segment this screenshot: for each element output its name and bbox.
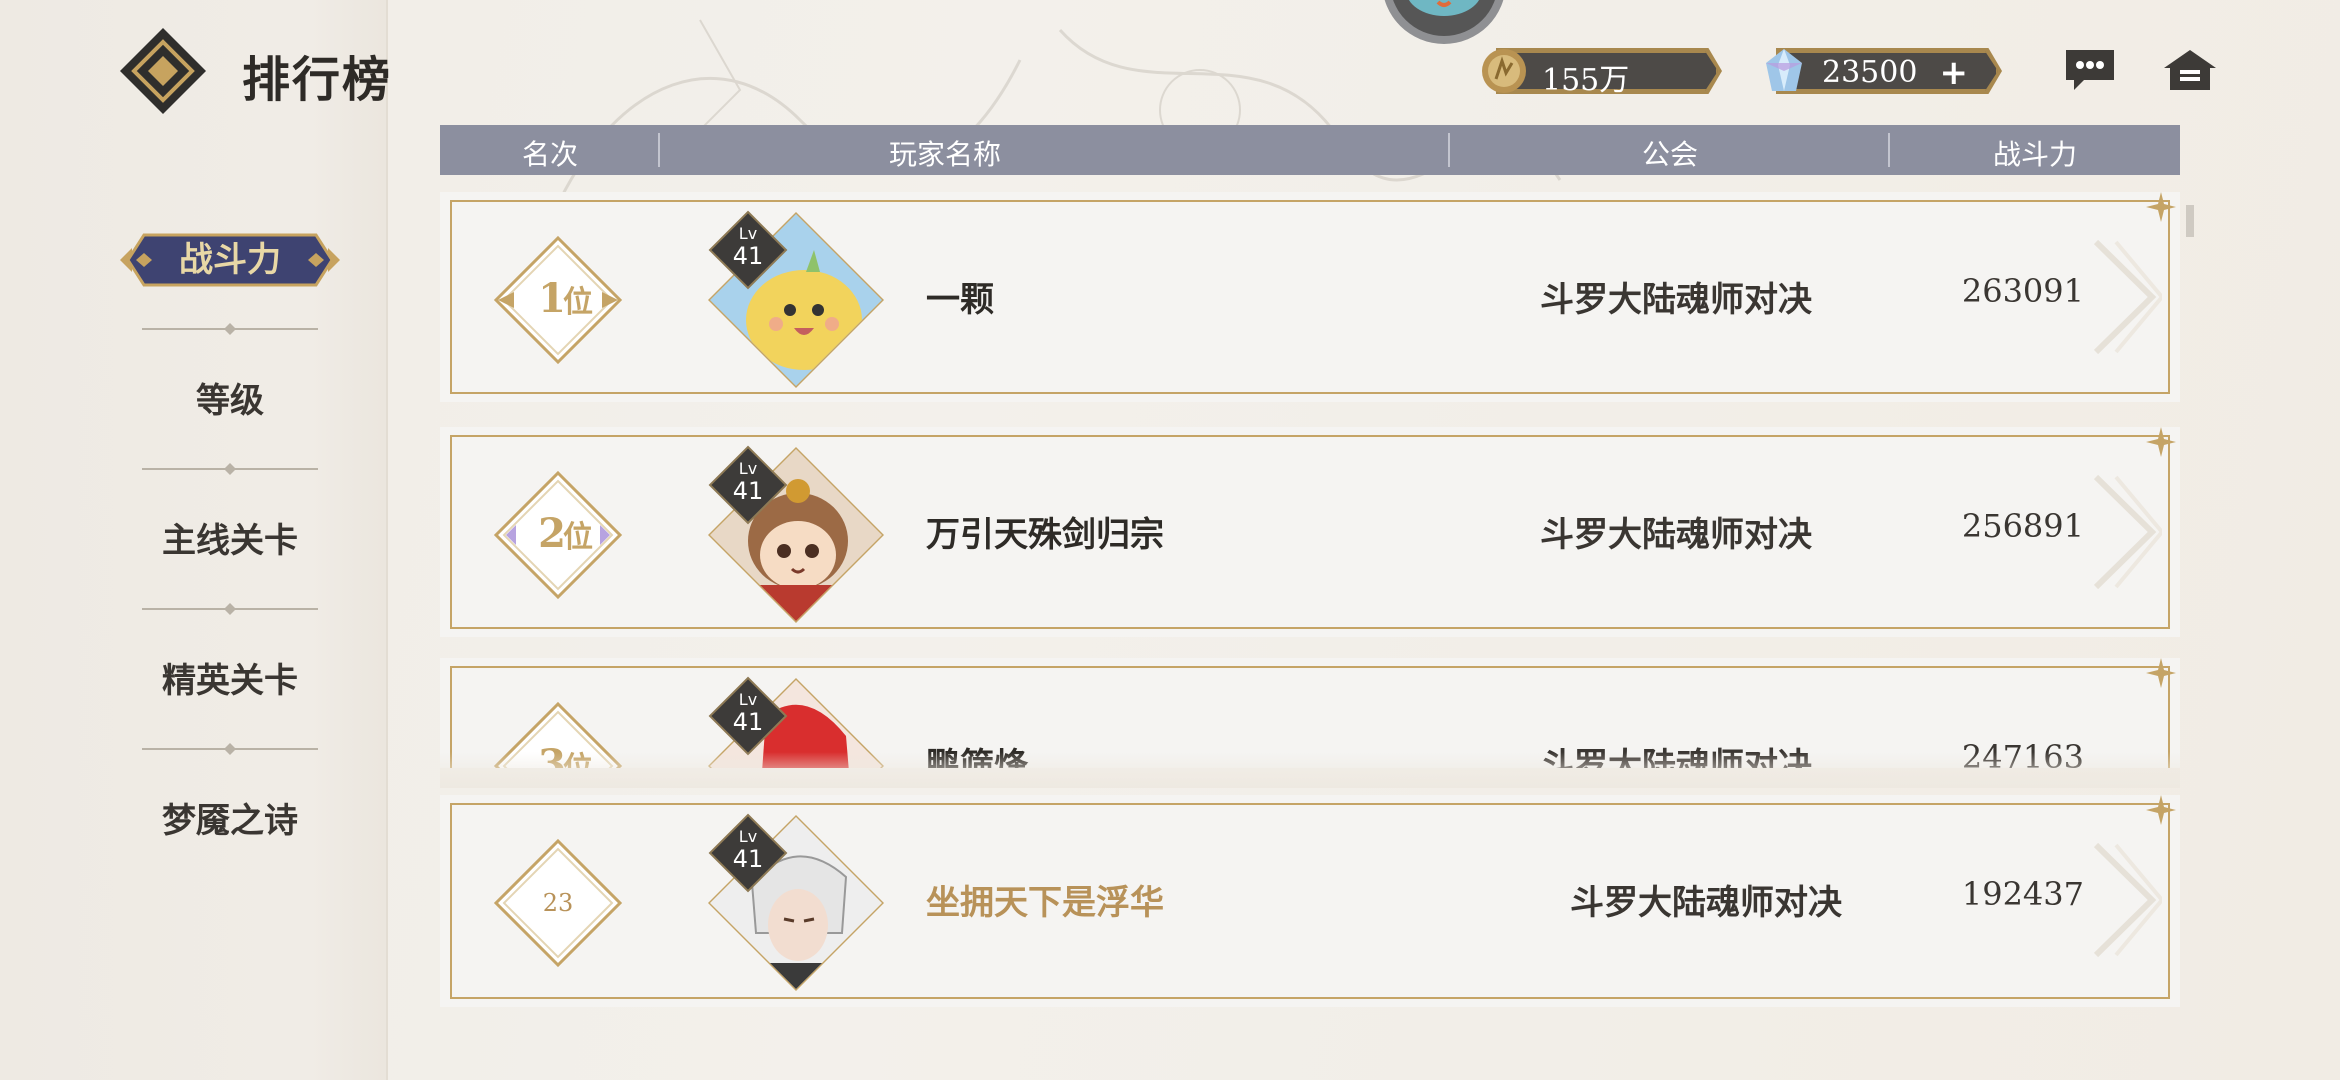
back-logo-icon[interactable] [118,26,208,116]
decorative-chevron [2093,239,2162,355]
tab-combat-power[interactable]: 战斗力 [118,231,342,289]
tab-elite-stage[interactable]: 精英关卡 [118,652,342,710]
sparkle-icon [2146,795,2176,825]
chat-icon[interactable] [2062,46,2118,94]
tab-label: 战斗力 [179,240,281,280]
table-row[interactable]: 1 位 Lv 41 一颗 斗罗大陆魂师对决 263091 [440,192,2180,402]
tab-main-stage[interactable]: 主线关卡 [118,512,342,570]
table-row[interactable]: 2 位 Lv 41 万引天殊剑归宗 斗罗大陆魂师对决 256891 [440,427,2180,637]
guild-name: 斗罗大陆魂师对决 [1540,515,1812,555]
level-badge: Lv 41 [708,210,788,290]
combat-power: 192437 [1961,875,2084,913]
level-badge: Lv 41 [708,445,788,525]
column-combat-power: 战斗力 [1992,138,2077,171]
home-icon[interactable] [2162,46,2218,94]
level-badge: Lv 41 [708,813,788,893]
level-value: 41 [732,845,764,873]
column-player-name: 玩家名称 [888,138,1001,171]
tab-level[interactable]: 等级 [118,372,342,430]
decorative-chevron [2093,842,2162,958]
tab-label: 主线关卡 [162,521,298,561]
rank-2-badge: 2 位 [493,470,623,600]
sparkle-icon [2146,192,2176,222]
column-guild: 公会 [1641,138,1698,171]
rank-number: 1 [538,275,566,322]
level-value: 41 [732,477,764,505]
tab-label: 等级 [196,381,264,421]
table-header: 名次 玩家名称 公会 战斗力 [440,125,2180,175]
tab-divider [142,743,318,755]
level-label: Lv [738,827,758,846]
combat-power: 263091 [1961,272,2084,310]
rank-suffix: 位 [563,285,593,320]
guild-name: 斗罗大陆魂师对决 [1540,280,1812,320]
player-name: 万引天殊剑归宗 [926,515,1164,555]
tab-label: 梦魇之诗 [162,801,298,841]
gem-currency: 23500 + [1760,47,2002,95]
gem-amount: 23500 [1822,55,1918,90]
rank-1-badge: 1 位 [493,235,623,365]
gold-amount: 155万 [1542,63,1630,98]
gold-currency: 155万 [1480,47,1722,98]
player-name: 坐拥天下是浮华 [926,883,1164,923]
level-label: Lv [738,690,758,709]
self-rank-row[interactable]: 23 Lv 41 坐拥天下是浮华 斗罗大陆魂师对决 192437 [440,795,2180,1007]
sparkle-icon [2146,658,2176,688]
scroll-fade [440,752,2180,788]
tab-divider [142,603,318,615]
add-gem-button[interactable]: + [1940,53,1969,93]
rank-number: 2 [538,510,566,557]
tab-nightmare-poem[interactable]: 梦魇之诗 [118,792,342,850]
gold-coin-icon [1482,49,1526,93]
sparkle-icon [2146,427,2176,457]
rank-suffix: 位 [563,520,593,555]
level-badge: Lv 41 [708,676,788,756]
guild-name: 斗罗大陆魂师对决 [1570,883,1842,923]
decorative-chevron [2093,474,2162,590]
level-value: 41 [732,708,764,736]
scrollbar-thumb[interactable] [2186,205,2194,237]
player-name: 一颗 [926,280,994,320]
player-avatar-icon[interactable] [1378,0,1510,46]
rank-number: 23 [543,889,574,917]
tab-label: 精英关卡 [162,661,298,701]
level-value: 41 [732,242,764,270]
crystal-gem-icon [1766,49,1802,91]
tab-divider [142,323,318,335]
column-rank: 名次 [521,138,578,171]
combat-power: 256891 [1961,507,2084,545]
self-rank-badge: 23 [493,838,623,968]
tab-divider [142,463,318,475]
level-label: Lv [738,459,758,478]
page-title: 排行榜 [242,52,393,108]
level-label: Lv [738,224,758,243]
